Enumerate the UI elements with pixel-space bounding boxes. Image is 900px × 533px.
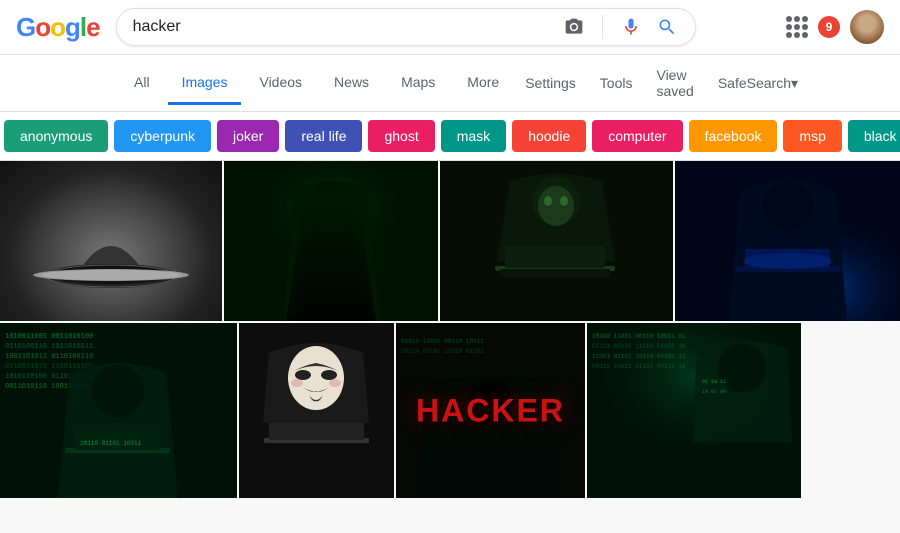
tab-maps[interactable]: Maps (387, 62, 449, 105)
tools-link[interactable]: Tools (596, 63, 637, 103)
image-row-2: 1010011001 0011010100 0110100110 1011010… (0, 323, 900, 498)
grid-dot (794, 16, 800, 22)
chip-ghost[interactable]: ghost (368, 120, 434, 152)
grid-dot (794, 24, 800, 30)
svg-text:10 01 00: 10 01 00 (702, 389, 726, 395)
svg-text:01101 00110 11010 01100 10: 01101 00110 11010 01100 10 (592, 343, 686, 350)
image-2[interactable] (224, 161, 438, 321)
chip-computer[interactable]: computer (592, 120, 682, 152)
image-8[interactable]: 10100 11001 00110 10011 01 01101 00110 1… (587, 323, 801, 498)
grid-dot (802, 24, 808, 30)
chip-anonymous[interactable]: anonymous (4, 120, 108, 152)
search-bar (116, 8, 696, 46)
grid-dot (786, 24, 792, 30)
chip-black-hat[interactable]: black h... (848, 120, 900, 152)
tab-images[interactable]: Images (168, 62, 242, 105)
view-saved-link[interactable]: View saved (652, 55, 697, 111)
search-button[interactable] (655, 15, 679, 39)
grid-dot (802, 16, 808, 22)
safesearch-link[interactable]: SafeSearch▾ (714, 63, 802, 104)
chip-mask[interactable]: mask (441, 120, 506, 152)
chip-facebook[interactable]: facebook (689, 120, 778, 152)
voice-search-button[interactable] (619, 15, 643, 39)
image-7[interactable]: 01010 11001 00110 10011 10110 00101 1101… (396, 323, 585, 498)
google-logo: Google (16, 12, 100, 43)
chip-joker[interactable]: joker (217, 120, 279, 152)
chip-cyberpunk[interactable]: cyberpunk (114, 120, 211, 152)
svg-text:10110 00101 11010 01101: 10110 00101 11010 01101 (401, 348, 484, 355)
apps-button[interactable] (786, 16, 808, 38)
svg-text:01010 11001 00110 10011: 01010 11001 00110 10011 (401, 338, 484, 345)
grid-dot (802, 32, 808, 38)
image-5[interactable]: 1010011001 0011010100 0110100110 1011010… (0, 323, 237, 498)
image-3[interactable] (440, 161, 673, 321)
svg-text:01 10 11: 01 10 11 (702, 379, 726, 385)
notification-badge[interactable]: 9 (818, 16, 840, 38)
chip-hoodie[interactable]: hoodie (512, 120, 586, 152)
image-row-1 (0, 161, 900, 321)
avatar-image (850, 10, 884, 44)
svg-text:1001101011 0110100110: 1001101011 0110100110 (5, 353, 93, 361)
divider (602, 15, 603, 39)
svg-text:10110 01101 10011: 10110 01101 10011 (80, 440, 142, 447)
svg-text:0110100110 1011010011: 0110100110 1011010011 (5, 343, 93, 351)
nav-right: Settings Tools View saved SafeSearch▾ (521, 55, 802, 111)
tab-more[interactable]: More (453, 62, 513, 105)
avatar[interactable] (850, 10, 884, 44)
search-input[interactable] (133, 18, 554, 36)
image-4[interactable] (675, 161, 900, 321)
tab-all[interactable]: All (120, 62, 164, 105)
grid-dot (786, 32, 792, 38)
settings-link[interactable]: Settings (521, 63, 580, 103)
tab-news[interactable]: News (320, 62, 383, 105)
hacker-text-label: HACKER (416, 392, 565, 429)
header-right: 9 (786, 10, 884, 44)
chip-msp[interactable]: msp (783, 120, 841, 152)
svg-text:11001 01101 10110 00101 11: 11001 01101 10110 00101 11 (592, 353, 686, 360)
header: Google (0, 0, 900, 55)
image-6[interactable] (239, 323, 394, 498)
svg-text:10100 11001 00110 10011 01: 10100 11001 00110 10011 01 (592, 333, 686, 340)
filter-bar: anonymous cyberpunk joker real life ghos… (0, 112, 900, 161)
camera-search-button[interactable] (562, 15, 586, 39)
chip-real-life[interactable]: real life (285, 120, 362, 152)
image-1[interactable] (0, 161, 222, 321)
svg-text:1010011001 0011010100: 1010011001 0011010100 (5, 333, 93, 341)
grid-dot (794, 32, 800, 38)
tab-videos[interactable]: Videos (245, 62, 316, 105)
svg-text:00110 10011 01101 00110 10: 00110 10011 01101 00110 10 (592, 363, 686, 370)
nav-tabs: All Images Videos News Maps More Setting… (0, 55, 900, 112)
grid-dot (786, 16, 792, 22)
